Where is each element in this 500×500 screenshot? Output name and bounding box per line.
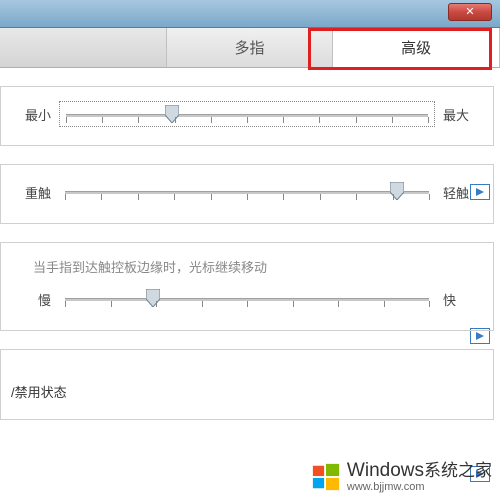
close-button[interactable]: ✕ xyxy=(448,3,492,21)
status-group: /禁用状态 xyxy=(0,349,494,420)
tab-advanced[interactable]: 高级 xyxy=(333,28,500,67)
slider-group-touch: 重触 轻触 xyxy=(0,164,494,224)
edge-slider-thumb[interactable] xyxy=(146,289,160,307)
windows-logo-icon xyxy=(311,462,341,492)
size-slider[interactable] xyxy=(59,101,435,127)
tab-bar: 多指 高级 xyxy=(0,28,500,68)
edge-description: 当手指到达触控板边缘时，光标继续移动 xyxy=(33,257,483,276)
touch-light-label: 轻触 xyxy=(443,183,483,202)
size-min-label: 最小 xyxy=(11,105,51,124)
slider-group-size: 最小 最大 xyxy=(0,86,494,146)
status-disable-label: /禁用状态 xyxy=(11,364,483,401)
touch-slider[interactable] xyxy=(59,179,435,205)
edge-fast-label: 快 xyxy=(443,290,483,309)
slider-group-edge: 当手指到达触控板边缘时，光标继续移动 慢 快 xyxy=(0,242,494,331)
watermark-url: www.bjjmw.com xyxy=(347,482,492,493)
tab-multi-finger[interactable]: 多指 xyxy=(167,28,334,67)
size-slider-thumb[interactable] xyxy=(165,105,179,123)
edge-slider[interactable] xyxy=(59,286,435,312)
edge-slow-label: 慢 xyxy=(11,290,51,309)
watermark-suffix: 系统之家 xyxy=(424,461,492,480)
touch-heavy-label: 重触 xyxy=(11,183,51,202)
tab-prev-blank[interactable] xyxy=(0,28,167,67)
watermark-brand: Windows xyxy=(347,460,424,481)
watermark: Windows系统之家 www.bjjmw.com xyxy=(0,454,500,500)
window-titlebar: ✕ xyxy=(0,0,500,28)
content-panel: 最小 最大 重触 xyxy=(0,86,500,420)
size-max-label: 最大 xyxy=(443,105,483,124)
